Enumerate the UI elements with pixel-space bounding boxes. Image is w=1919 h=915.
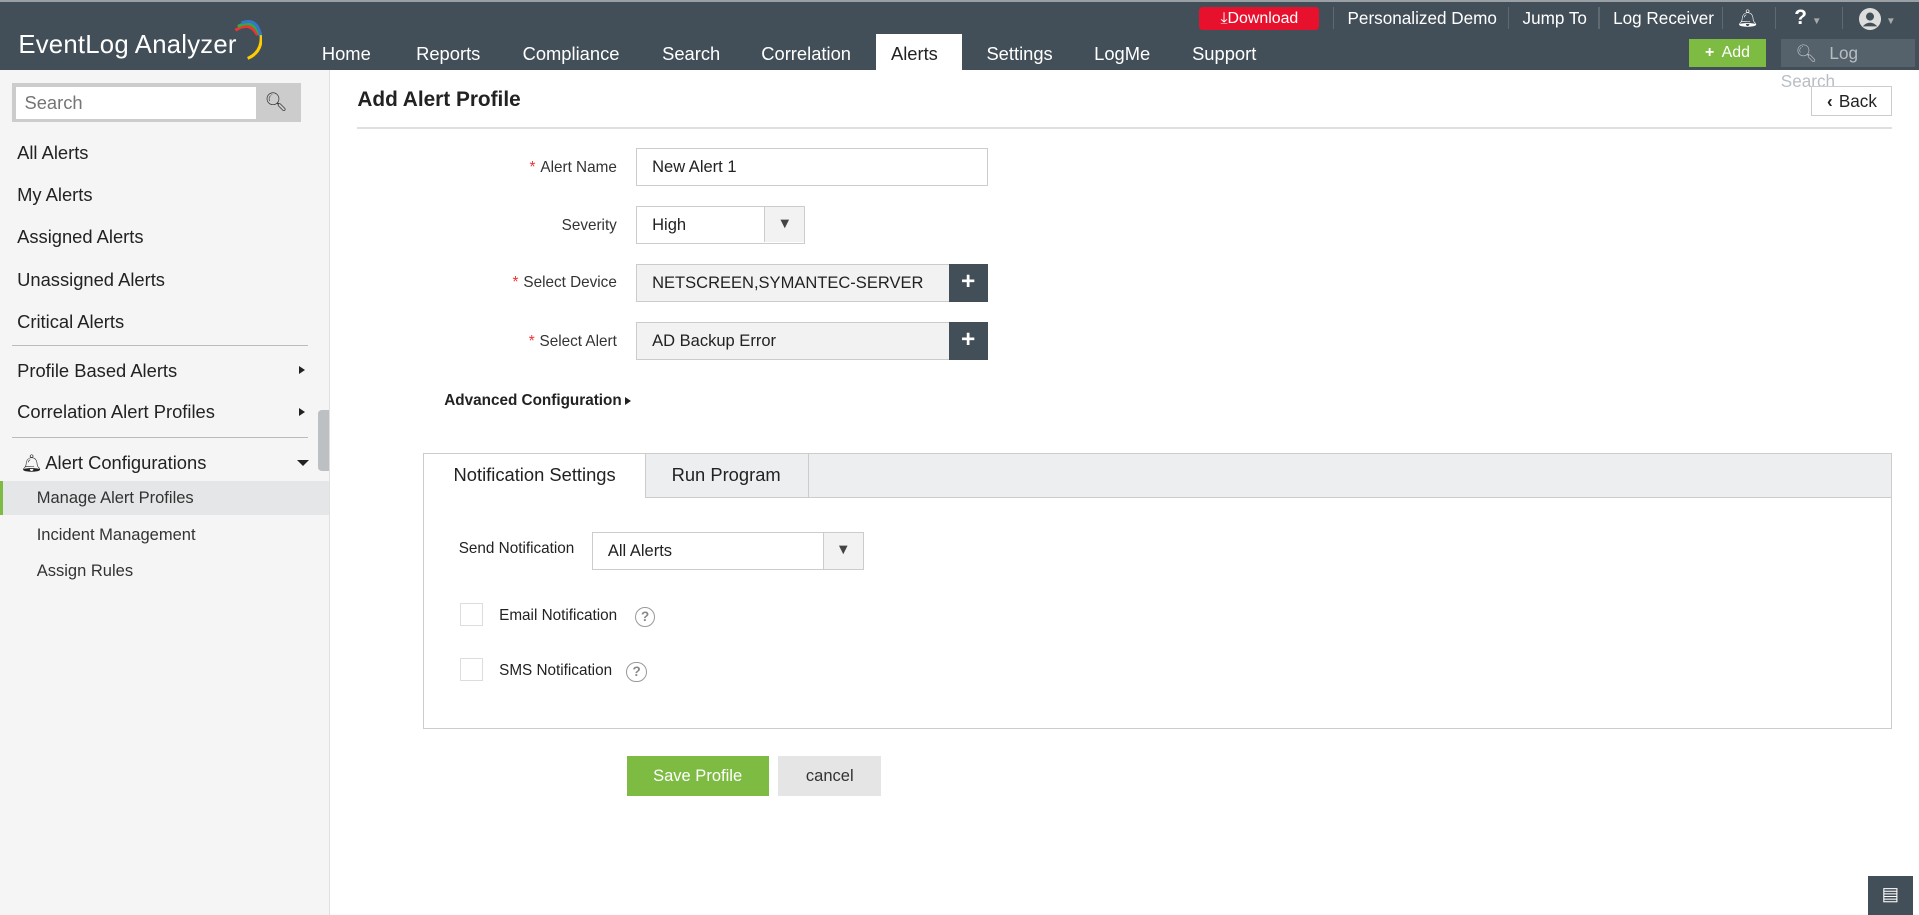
separator xyxy=(1722,6,1724,29)
download-button[interactable]: ⤓Download xyxy=(1199,6,1320,31)
back-button[interactable]: ‹ Back xyxy=(1811,85,1893,117)
chevron-down-icon: ▼ xyxy=(1886,15,1896,27)
sidebar-item-critical-alerts[interactable]: Critical Alerts xyxy=(17,311,124,333)
sidebar-item-assign-rules[interactable]: Assign Rules xyxy=(37,561,133,581)
personalized-demo-link[interactable]: Personalized Demo xyxy=(1348,6,1497,30)
tab-run-program[interactable]: Run Program xyxy=(645,453,809,497)
chevron-left-icon: ‹ xyxy=(1827,90,1833,111)
log-receiver-link[interactable]: Log Receiver xyxy=(1613,6,1714,30)
separator xyxy=(1841,6,1844,29)
sidebar-item-assigned-alerts[interactable]: Assigned Alerts xyxy=(17,226,143,248)
save-profile-button[interactable]: Save Profile xyxy=(626,756,769,796)
search-filter-icon[interactable]: 🔍︎ xyxy=(264,91,287,113)
select-device-field[interactable]: NETSCREEN,SYMANTEC-SERVER xyxy=(636,264,950,303)
nav-support[interactable]: Support xyxy=(1177,34,1271,72)
sidebar: 🔍︎ All Alerts My Alerts Assigned Alerts … xyxy=(0,69,331,915)
separator xyxy=(1332,6,1335,29)
select-alert-field[interactable]: AD Backup Error xyxy=(636,321,950,360)
alert-name-input[interactable]: New Alert 1 xyxy=(636,148,988,187)
sidebar-item-unassigned-alerts[interactable]: Unassigned Alerts xyxy=(17,269,165,291)
search-icon: 🔍︎ xyxy=(1795,42,1818,63)
user-avatar-icon xyxy=(1859,8,1882,31)
caret-right-icon xyxy=(298,407,305,416)
nav-logme[interactable]: LogMe xyxy=(1079,34,1164,72)
tab-notification-settings[interactable]: Notification Settings xyxy=(424,453,646,498)
help-icon[interactable]: ? xyxy=(634,606,656,628)
plus-icon: + xyxy=(1705,43,1715,61)
title-divider xyxy=(357,127,1893,129)
send-notification-select[interactable]: All Alerts ▼ xyxy=(592,532,864,571)
nav-home[interactable]: Home xyxy=(307,34,385,72)
sidebar-group-alert-configurations[interactable]: Alert Configurations xyxy=(45,452,206,474)
add-alert-button[interactable]: + xyxy=(948,321,988,360)
divider xyxy=(12,436,309,439)
log-search-box[interactable]: 🔍︎ Log Search xyxy=(1780,38,1916,91)
select-alert-label: * Select Alert xyxy=(528,332,617,350)
bell-icon[interactable]: 🔔︎ xyxy=(1737,6,1759,30)
sidebar-collapse-handle[interactable] xyxy=(318,409,330,472)
sidebar-item-my-alerts[interactable]: My Alerts xyxy=(17,184,92,206)
sms-notification-checkbox[interactable] xyxy=(459,658,484,682)
page-title: Add Alert Profile xyxy=(357,88,521,112)
sidebar-item-manage-alert-profiles[interactable]: Manage Alert Profiles xyxy=(37,488,194,508)
caret-down-icon xyxy=(297,460,310,467)
severity-select[interactable]: High ▼ xyxy=(636,205,806,244)
chevron-down-icon: ▼ xyxy=(764,206,805,243)
notification-panel: Notification Settings Run Program Send N… xyxy=(423,452,1893,730)
sidebar-item-all-alerts[interactable]: All Alerts xyxy=(17,142,88,164)
separator xyxy=(1507,6,1510,29)
nav-reports[interactable]: Reports xyxy=(401,34,495,72)
send-notification-label: Send Notification xyxy=(458,539,575,557)
sms-notification-label: SMS Notification xyxy=(499,661,613,679)
divider xyxy=(12,345,309,347)
alert-name-label: * Alert Name xyxy=(529,159,617,177)
sidebar-search-input[interactable] xyxy=(15,86,256,119)
separator xyxy=(1598,6,1600,29)
help-menu[interactable]: ? ▼ xyxy=(1794,6,1821,30)
nav-compliance[interactable]: Compliance xyxy=(508,34,634,72)
user-menu[interactable]: ▼ xyxy=(1859,6,1896,31)
top-header: EventLog Analyzer Home Reports Complianc… xyxy=(0,0,1919,91)
chat-icon[interactable]: ▤ xyxy=(1867,876,1913,915)
nav-settings[interactable]: Settings xyxy=(972,34,1068,72)
cancel-button[interactable]: cancel xyxy=(778,756,882,796)
severity-label: Severity xyxy=(561,216,617,234)
sidebar-search: 🔍︎ xyxy=(12,83,302,123)
add-device-button[interactable]: + xyxy=(948,264,988,303)
sidebar-item-incident-management[interactable]: Incident Management xyxy=(37,525,196,545)
nav-search[interactable]: Search xyxy=(647,34,734,72)
nav-alerts[interactable]: Alerts xyxy=(876,33,962,72)
separator xyxy=(1774,6,1776,29)
caret-right-icon xyxy=(625,396,632,405)
email-notification-checkbox[interactable] xyxy=(459,603,484,627)
email-notification-label: Email Notification xyxy=(499,606,618,624)
caret-right-icon xyxy=(298,365,305,374)
sidebar-item-profile-based-alerts[interactable]: Profile Based Alerts xyxy=(17,360,177,382)
app-root: EventLog Analyzer Home Reports Complianc… xyxy=(0,0,1919,915)
help-icon[interactable]: ? xyxy=(626,661,647,683)
alert-bell-gear-icon: 🔔︎ xyxy=(20,452,43,473)
sidebar-item-correlation-alert-profiles[interactable]: Correlation Alert Profiles xyxy=(17,401,215,423)
add-button[interactable]: + Add xyxy=(1688,38,1767,67)
app-logo[interactable]: EventLog Analyzer xyxy=(18,31,236,60)
select-device-label: * Select Device xyxy=(512,274,617,292)
logo-arc-icon xyxy=(234,19,262,60)
chevron-down-icon: ▼ xyxy=(822,533,863,569)
jump-to-link[interactable]: Jump To xyxy=(1523,6,1587,30)
advanced-configuration-toggle[interactable]: Advanced Configuration xyxy=(444,392,621,410)
download-icon: ⤓ xyxy=(1220,9,1228,27)
chevron-down-icon: ▼ xyxy=(1811,15,1822,27)
nav-correlation[interactable]: Correlation xyxy=(747,34,866,72)
